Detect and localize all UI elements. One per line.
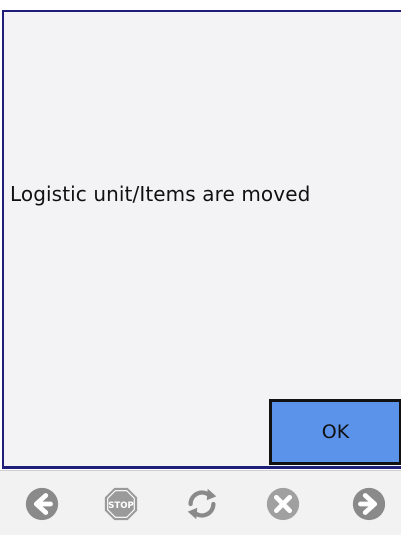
back-arrow-icon[interactable] <box>23 485 61 523</box>
forward-arrow-icon[interactable] <box>350 485 388 523</box>
dialog-message: Logistic unit/Items are moved <box>10 182 311 206</box>
ok-button[interactable]: OK <box>269 399 401 465</box>
stop-text: STOP <box>108 501 134 511</box>
app-screen: Logistic unit/Items are moved OK STOP <box>0 0 401 535</box>
stop-icon[interactable]: STOP <box>102 485 140 523</box>
message-dialog: Logistic unit/Items are moved OK <box>2 10 401 469</box>
refresh-icon[interactable] <box>183 485 221 523</box>
cancel-icon[interactable] <box>264 485 302 523</box>
bottom-nav-bar: STOP <box>0 470 401 535</box>
